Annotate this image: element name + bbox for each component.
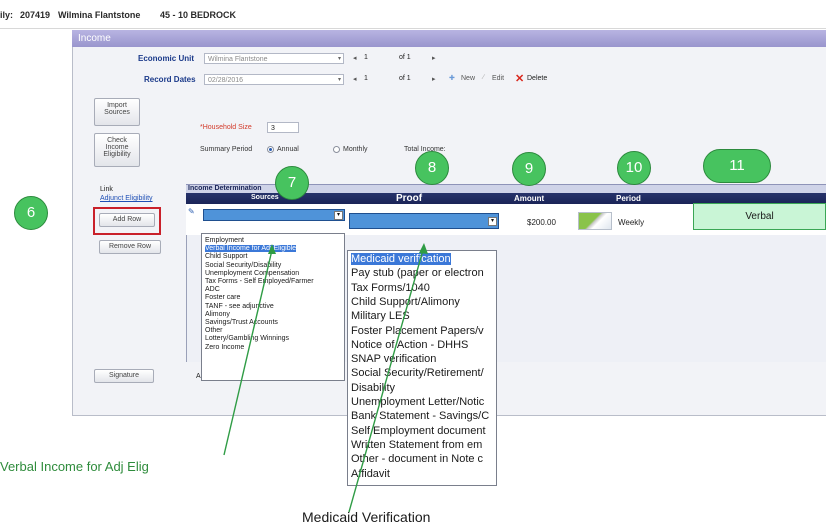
annotation-arrows (223, 243, 428, 513)
medicaid-arrow-line (348, 249, 424, 513)
medicaid-verification-annotation: Medicaid Verification (302, 509, 431, 525)
verbal-arrow-head (268, 244, 276, 254)
medicaid-arrow-head (419, 243, 428, 254)
verbal-arrow-line (223, 249, 273, 456)
verbal-income-annotation: Verbal Income for Adj Elig (0, 459, 149, 474)
